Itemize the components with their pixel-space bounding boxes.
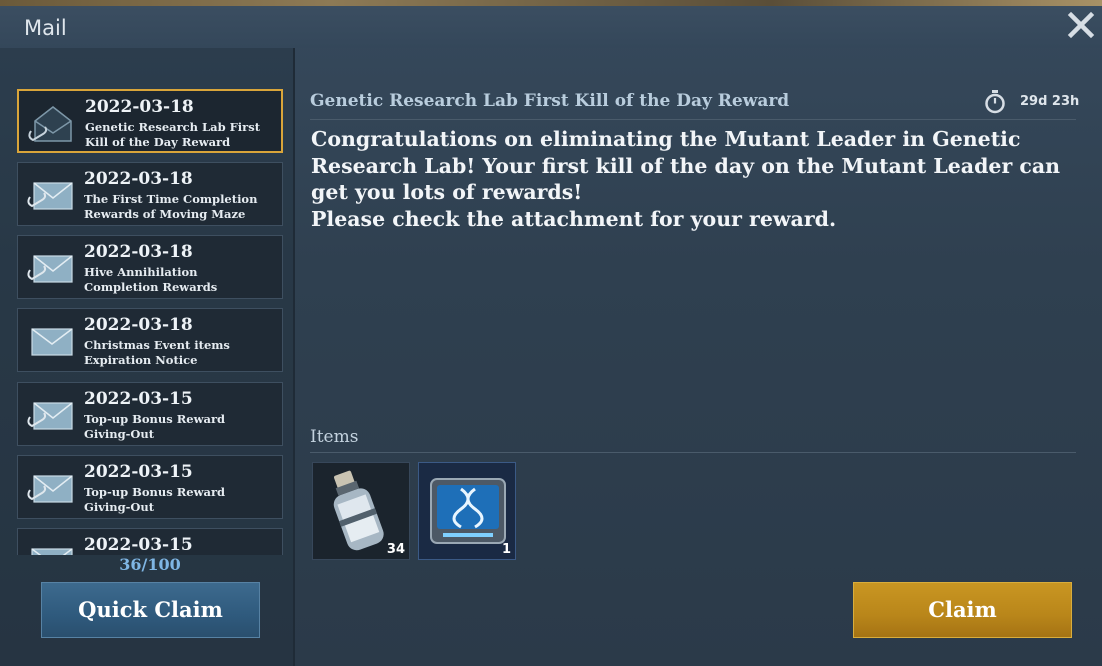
mail-subject: Hive Annihilation Completion Rewards bbox=[84, 265, 218, 294]
mail-date: 2022-03-15 bbox=[84, 462, 193, 482]
mail-list-item[interactable]: 2022-03-18 Christmas Event items Expirat… bbox=[17, 308, 283, 372]
mail-icon bbox=[31, 328, 73, 356]
mail-attachment-icon bbox=[27, 475, 73, 503]
mail-subject: Genetic Research Lab First Kill of the D… bbox=[85, 120, 261, 149]
title-bar: Mail bbox=[0, 6, 1102, 48]
mail-list-item[interactable]: 2022-03-15 Top-up Bonus Reward Giving-Ou… bbox=[17, 382, 283, 446]
reward-item-slot[interactable]: 1 bbox=[418, 462, 516, 560]
mail-body: Congratulations on eliminating the Mutan… bbox=[311, 126, 1081, 232]
mail-date: 2022-03-18 bbox=[84, 169, 193, 189]
claim-button[interactable]: Claim bbox=[853, 582, 1072, 638]
mail-icon bbox=[31, 548, 73, 555]
mail-detail-subject: Genetic Research Lab First Kill of the D… bbox=[310, 91, 790, 111]
mail-list[interactable]: 2022-03-18 Genetic Research Lab First Ki… bbox=[17, 88, 285, 555]
mail-date: 2022-03-15 bbox=[84, 389, 193, 409]
mail-attachment-icon bbox=[27, 182, 73, 210]
mail-list-item[interactable]: 2022-03-18 The First Time Completion Rew… bbox=[17, 162, 283, 226]
mail-date: 2022-03-18 bbox=[85, 97, 194, 117]
window-title: Mail bbox=[24, 16, 67, 40]
item-quantity: 1 bbox=[501, 542, 511, 557]
items-label: Items bbox=[310, 427, 359, 447]
mail-list-item[interactable]: 2022-03-18 Genetic Research Lab First Ki… bbox=[17, 89, 283, 153]
close-icon[interactable] bbox=[1066, 10, 1096, 40]
mail-list-item[interactable]: 2022-03-15 bbox=[17, 528, 283, 555]
mail-subject: Christmas Event items Expiration Notice bbox=[84, 338, 230, 367]
mail-date: 2022-03-18 bbox=[84, 315, 193, 335]
opened-mail-attachment-icon bbox=[28, 106, 72, 142]
mail-count: 36/100 bbox=[119, 555, 181, 574]
mail-window: Mail 2022-03-18 Genetic Research Lab Fir… bbox=[0, 0, 1102, 666]
divider bbox=[310, 452, 1076, 453]
stopwatch-icon bbox=[985, 90, 1005, 114]
time-remaining: 29d 23h bbox=[1020, 94, 1080, 109]
item-quantity: 34 bbox=[386, 542, 405, 557]
mail-subject: The First Time Completion Rewards of Mov… bbox=[84, 192, 258, 221]
quick-claim-button[interactable]: Quick Claim bbox=[41, 582, 260, 638]
mail-attachment-icon bbox=[27, 255, 73, 283]
divider bbox=[310, 119, 1076, 120]
mail-date: 2022-03-18 bbox=[84, 242, 193, 262]
mail-attachment-icon bbox=[27, 402, 73, 430]
mail-list-item[interactable]: 2022-03-15 Top-up Bonus Reward Giving-Ou… bbox=[17, 455, 283, 519]
mail-subject: Top-up Bonus Reward Giving-Out bbox=[84, 412, 226, 441]
mail-list-item[interactable]: 2022-03-18 Hive Annihilation Completion … bbox=[17, 235, 283, 299]
mail-date: 2022-03-15 bbox=[84, 535, 193, 555]
dna-tablet-item-icon bbox=[430, 478, 506, 544]
mail-body-paragraph: Congratulations on eliminating the Mutan… bbox=[311, 127, 1061, 204]
mail-subject: Top-up Bonus Reward Giving-Out bbox=[84, 485, 226, 514]
mail-body-paragraph: Please check the attachment for your rew… bbox=[311, 206, 837, 231]
reward-item-slot[interactable]: 34 bbox=[312, 462, 410, 560]
